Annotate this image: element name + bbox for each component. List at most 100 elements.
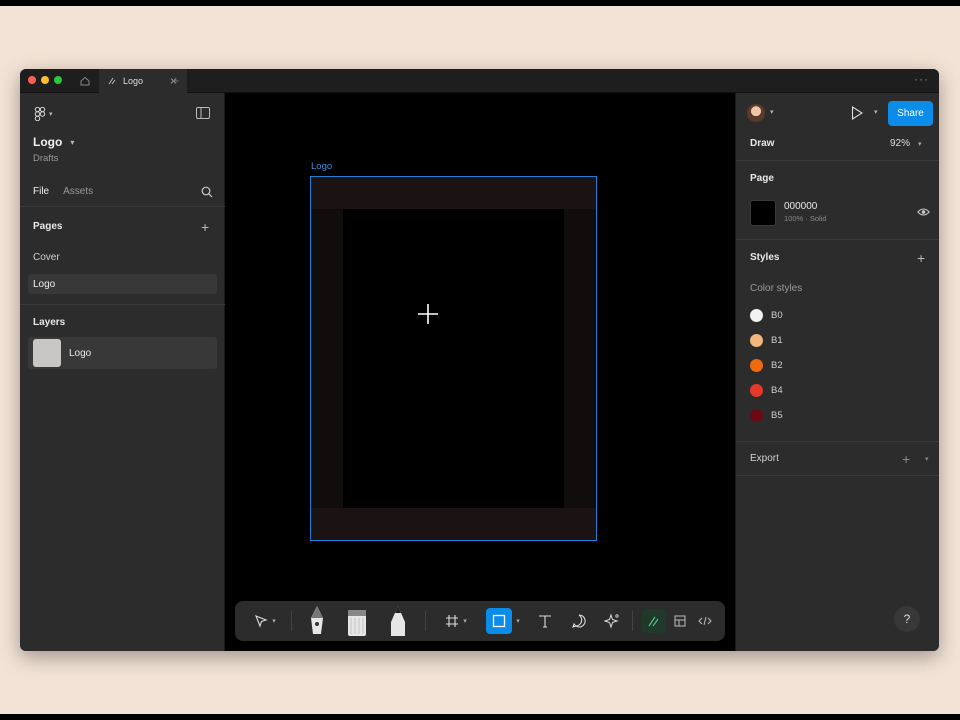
pen-tool-button[interactable] xyxy=(303,601,331,641)
color-style-item[interactable]: B0 xyxy=(750,309,783,322)
chevron-down-icon: ▾ xyxy=(463,618,467,625)
add-page-button[interactable]: + xyxy=(201,220,209,234)
styles-header: Styles xyxy=(750,252,780,263)
page-item-label: Cover xyxy=(33,251,60,263)
file-location[interactable]: Drafts xyxy=(33,153,58,164)
dev-mode-button[interactable] xyxy=(691,601,719,641)
tab-assets[interactable]: Assets xyxy=(63,186,93,197)
actions-tool-button[interactable] xyxy=(598,601,626,641)
close-window-button[interactable] xyxy=(28,76,36,84)
figma-logo-icon xyxy=(34,107,46,121)
eye-icon[interactable] xyxy=(917,207,930,217)
play-icon[interactable] xyxy=(851,106,863,120)
logo-frame[interactable] xyxy=(310,176,597,541)
chevron-down-icon: ▾ xyxy=(516,618,520,625)
color-style-dot xyxy=(750,309,763,322)
layer-item-logo[interactable]: Logo xyxy=(28,337,217,369)
canvas[interactable]: Logo ▾ ▾ ▾ xyxy=(225,93,735,651)
shape-tool-button[interactable]: ▾ xyxy=(481,601,525,641)
avatar[interactable] xyxy=(747,104,765,122)
page-item-logo[interactable]: Logo xyxy=(28,274,217,294)
color-style-item[interactable]: B4 xyxy=(750,384,783,397)
draw-mode-icon xyxy=(648,616,659,627)
draw-file-icon xyxy=(108,77,116,85)
move-tool-button[interactable]: ▾ xyxy=(245,601,285,641)
page-color-hex[interactable]: 000000 xyxy=(784,201,817,212)
file-name-button[interactable]: Logo ▾ xyxy=(33,135,74,149)
color-style-name: B1 xyxy=(771,335,783,346)
color-style-dot xyxy=(750,409,763,422)
frame-icon xyxy=(446,615,459,627)
marker-icon xyxy=(348,610,366,636)
frame-band-right xyxy=(564,177,596,540)
minimize-window-button[interactable] xyxy=(41,76,49,84)
color-style-name: B5 xyxy=(771,410,783,421)
new-tab-button[interactable]: + xyxy=(172,73,180,88)
page-color-meta: 100% · Solid xyxy=(784,214,827,223)
chevron-down-icon[interactable]: ▾ xyxy=(925,455,929,463)
shape-tool-active xyxy=(486,608,513,634)
toolbar-separator xyxy=(291,611,292,631)
chevron-down-icon: ▾ xyxy=(272,618,276,625)
search-icon[interactable] xyxy=(201,186,213,198)
color-style-item[interactable]: B1 xyxy=(750,334,783,347)
share-button[interactable]: Share xyxy=(888,101,933,126)
color-style-item[interactable]: B2 xyxy=(750,359,783,372)
design-mode-button[interactable] xyxy=(666,601,694,641)
home-icon[interactable] xyxy=(78,74,92,88)
layer-item-label: Logo xyxy=(69,347,92,359)
more-menu-icon[interactable]: ··· xyxy=(914,72,929,86)
marker-tool-button[interactable] xyxy=(343,601,371,641)
add-style-button[interactable]: + xyxy=(917,251,925,265)
text-tool-button[interactable] xyxy=(531,601,559,641)
frame-tool-button[interactable]: ▾ xyxy=(435,601,477,641)
figma-window: Logo × + ··· ▾ Logo ▾ Drafts File Assets… xyxy=(20,69,939,651)
zoom-value: 92% xyxy=(890,138,911,149)
crosshair-cursor-icon xyxy=(418,304,438,324)
design-mode-icon xyxy=(674,615,686,627)
chevron-down-icon[interactable]: ▾ xyxy=(874,108,878,116)
add-export-button[interactable]: + xyxy=(902,452,910,466)
code-icon xyxy=(698,616,712,626)
pages-header: Pages xyxy=(33,221,63,232)
frame-band-bottom xyxy=(311,508,596,540)
layers-header: Layers xyxy=(33,317,66,328)
pencil-icon xyxy=(391,606,405,636)
color-style-item[interactable]: B5 xyxy=(750,409,783,422)
page-item-label: Logo xyxy=(33,278,56,290)
comment-tool-button[interactable] xyxy=(565,601,593,641)
color-style-dot xyxy=(750,384,763,397)
help-button[interactable]: ? xyxy=(894,606,920,632)
page-item-cover[interactable]: Cover xyxy=(28,247,217,267)
sidebar-tabs: File Assets xyxy=(33,186,93,197)
color-style-name: B0 xyxy=(771,310,783,321)
layer-thumbnail xyxy=(33,339,61,367)
frame-band-left xyxy=(311,177,343,540)
rectangle-icon xyxy=(493,614,506,628)
draw-mode-active xyxy=(642,609,666,633)
right-sidebar: ▾ ▾ Share Draw 92% ▾ Page 000000 100% · … xyxy=(735,93,939,651)
export-header: Export xyxy=(750,453,779,464)
color-styles-label: Color styles xyxy=(750,283,803,294)
page-color-swatch[interactable] xyxy=(750,200,776,226)
maximize-window-button[interactable] xyxy=(54,76,62,84)
color-style-dot xyxy=(750,359,763,372)
chevron-down-icon[interactable]: ▾ xyxy=(770,108,774,116)
sidebar-toggle-icon[interactable] xyxy=(196,107,210,119)
frame-label[interactable]: Logo xyxy=(311,161,332,172)
pen-icon xyxy=(311,606,323,634)
main-menu-button[interactable]: ▾ xyxy=(34,107,53,121)
divider xyxy=(20,206,225,207)
tab-file[interactable]: File xyxy=(33,186,49,197)
pencil-tool-button[interactable] xyxy=(384,601,412,641)
color-style-name: B4 xyxy=(771,385,783,396)
file-name: Logo xyxy=(33,135,63,149)
divider xyxy=(736,475,939,476)
left-sidebar: ▾ Logo ▾ Drafts File Assets Pages + Cove… xyxy=(20,93,225,651)
frame-band-top xyxy=(311,177,596,209)
zoom-dropdown[interactable]: 92% ▾ xyxy=(890,138,922,149)
draw-mode-button[interactable] xyxy=(640,601,668,641)
chevron-down-icon: ▾ xyxy=(70,137,75,147)
divider xyxy=(736,441,939,442)
sparkle-icon xyxy=(604,613,619,629)
